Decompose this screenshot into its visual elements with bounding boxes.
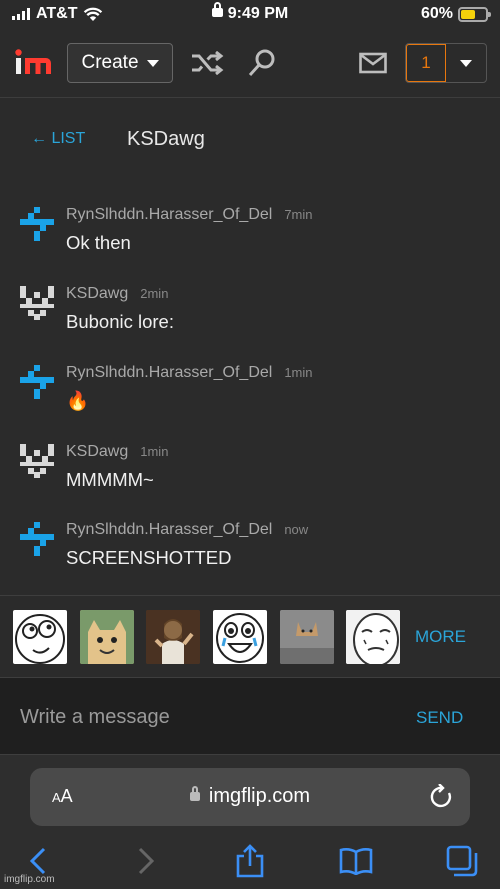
message-author-line: RynSlhddn.Harasser_Of_Del 7min <box>66 206 313 224</box>
message-text: MMMMM~ <box>66 469 154 490</box>
search-icon[interactable] <box>245 48 279 78</box>
message-text: Bubonic lore: <box>66 311 174 332</box>
user-avatar-gray-pixel[interactable] <box>20 286 54 320</box>
meme-thumb-crying-happy-face[interactable] <box>213 610 267 664</box>
message-time: 1min <box>140 444 169 459</box>
create-dropdown-button[interactable]: Create <box>67 43 173 83</box>
app-header: Create 1 <box>0 30 500 98</box>
user-avatar-blue-arrows[interactable] <box>20 522 54 556</box>
meme-thumb-buddy-christ[interactable] <box>146 610 200 664</box>
battery-percent: 60% <box>420 5 453 22</box>
message-author[interactable]: RynSlhddn.Harasser_Of_Del <box>66 521 272 538</box>
send-button[interactable]: SEND <box>416 708 463 728</box>
message-time: 7min <box>284 207 313 222</box>
message-author[interactable]: KSDawg <box>66 443 128 460</box>
message-input[interactable] <box>0 678 400 756</box>
battery-group: 60% <box>420 5 491 23</box>
message-author-line: KSDawg 2min <box>66 285 168 303</box>
message-time: 1min <box>284 365 313 380</box>
meme-thumb-ceiling-cat[interactable] <box>280 610 334 664</box>
message-author-line: RynSlhddn.Harasser_Of_Del 1min <box>66 364 313 382</box>
notification-count[interactable]: 1 <box>406 44 446 82</box>
create-label: Create <box>81 52 139 73</box>
battery-level <box>461 9 476 19</box>
message-item: RynSlhddn.Harasser_Of_Del now SCREENSHOTT… <box>0 518 500 588</box>
meme-thumb-okay-face[interactable] <box>346 610 400 664</box>
message-text: 🔥 <box>66 390 90 411</box>
message-item: KSDawg 1min MMMMM~ <box>0 440 500 510</box>
shuffle-icon[interactable] <box>191 48 225 78</box>
message-time: now <box>284 522 309 537</box>
message-text: Ok then <box>66 232 131 253</box>
conversation-title: KSDawg <box>127 128 205 150</box>
message-author[interactable]: RynSlhddn.Harasser_Of_Del <box>66 206 272 223</box>
address-domain[interactable]: imgflip.com <box>30 785 470 808</box>
message-author-line: RynSlhddn.Harasser_Of_Del now <box>66 521 308 539</box>
message-author-line: KSDawg 1min <box>66 443 168 461</box>
status-bar: AT&T 9:49 PM 60% <box>0 0 500 30</box>
logo-icon <box>15 49 51 74</box>
browser-bottom-bar: AA imgflip.com <box>0 755 500 889</box>
imgflip-logo[interactable] <box>14 48 52 86</box>
share-icon[interactable] <box>232 844 268 878</box>
conversation-header: ← LIST KSDawg <box>0 118 500 162</box>
status-time: 9:49 PM <box>227 5 289 22</box>
meme-thumb-derp-face[interactable] <box>13 610 67 664</box>
tabs-icon[interactable] <box>444 845 480 877</box>
battery-icon <box>458 6 491 22</box>
meme-thumb-smiling-cat[interactable] <box>80 610 134 664</box>
forward-chevron-icon[interactable] <box>128 845 164 877</box>
message-item: KSDawg 2min Bubonic lore: <box>0 282 500 352</box>
lock-icon <box>211 2 223 17</box>
mail-icon[interactable] <box>356 48 390 78</box>
notifications-widget[interactable]: 1 <box>405 43 487 83</box>
message-item: RynSlhddn.Harasser_Of_Del 7min Ok then <box>0 203 500 273</box>
reload-icon[interactable] <box>430 784 454 810</box>
address-bar[interactable]: AA imgflip.com <box>30 768 470 826</box>
message-author[interactable]: RynSlhddn.Harasser_Of_Del <box>66 364 272 381</box>
message-item: RynSlhddn.Harasser_Of_Del 1min 🔥 <box>0 361 500 431</box>
lock-icon <box>189 786 200 801</box>
user-avatar-blue-arrows[interactable] <box>20 207 54 241</box>
message-text: SCREENSHOTTED <box>66 547 232 568</box>
message-author[interactable]: KSDawg <box>66 285 128 302</box>
notifications-dropdown-toggle[interactable] <box>446 44 486 82</box>
meme-picker-strip: MORE <box>0 595 500 677</box>
domain-text: imgflip.com <box>208 785 311 807</box>
more-memes-link[interactable]: MORE <box>415 627 466 647</box>
caret-down-icon <box>460 59 472 67</box>
caret-down-icon <box>146 59 159 67</box>
user-avatar-gray-pixel[interactable] <box>20 444 54 478</box>
message-time: 2min <box>140 286 169 301</box>
imgflip-watermark: imgflip.com <box>4 874 55 885</box>
message-composer: SEND <box>0 677 500 756</box>
back-to-list-link[interactable]: ← LIST <box>31 130 85 148</box>
bookmarks-icon[interactable] <box>338 845 374 877</box>
back-chevron-icon[interactable] <box>20 845 56 877</box>
user-avatar-blue-arrows[interactable] <box>20 365 54 399</box>
